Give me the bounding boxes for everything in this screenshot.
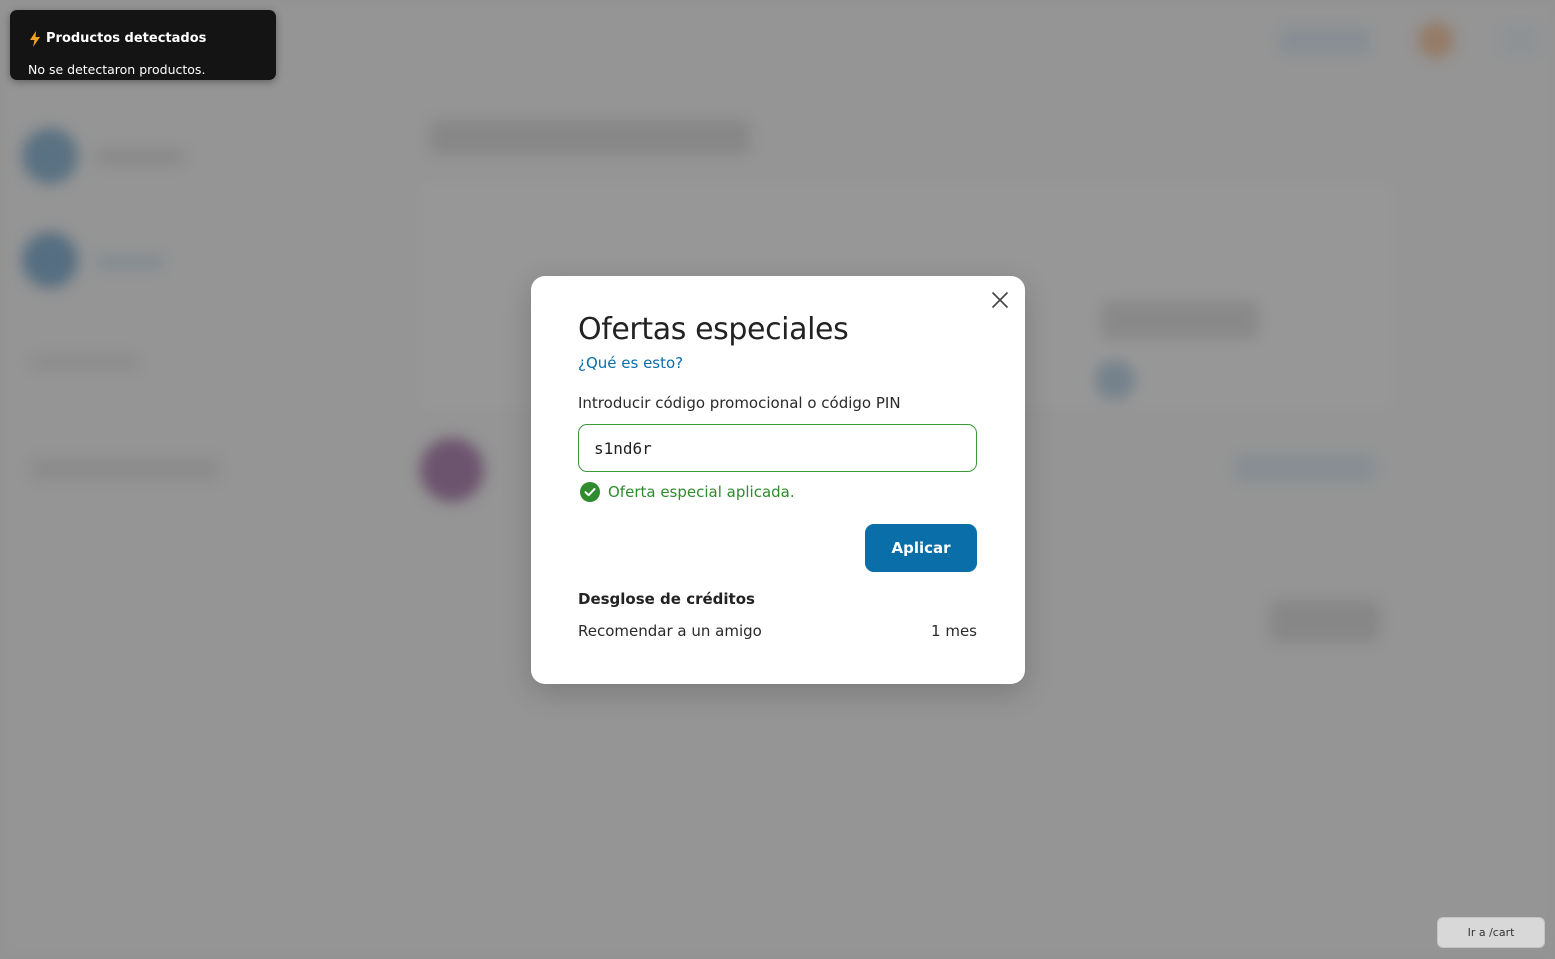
promo-code-label: Introducir código promocional o código P… [578,394,901,412]
check-circle-icon [580,482,600,502]
credit-label: Recomendar a un amigo [578,622,762,640]
special-offers-modal: Ofertas especiales ¿Qué es esto? Introdu… [531,276,1025,684]
modal-title: Ofertas especiales [578,312,849,347]
products-detected-toast: Productos detectados No se detectaron pr… [10,10,276,80]
success-message-row: Oferta especial aplicada. [580,481,795,503]
go-to-cart-button[interactable]: Ir a /cart [1437,917,1545,948]
toast-title: Productos detectados [46,31,207,46]
promo-code-input[interactable] [578,424,977,472]
lightning-icon [30,31,40,47]
success-message: Oferta especial aplicada. [608,483,795,501]
credit-row: Recomendar a un amigo 1 mes [578,622,977,644]
close-icon [992,292,1008,308]
apply-button[interactable]: Aplicar [865,524,977,572]
what-is-this-link[interactable]: ¿Qué es esto? [578,354,683,372]
credit-value: 1 mes [931,622,977,640]
close-button[interactable] [988,288,1012,312]
credit-breakdown-title: Desglose de créditos [578,590,755,608]
toast-message: No se detectaron productos. [28,62,206,77]
